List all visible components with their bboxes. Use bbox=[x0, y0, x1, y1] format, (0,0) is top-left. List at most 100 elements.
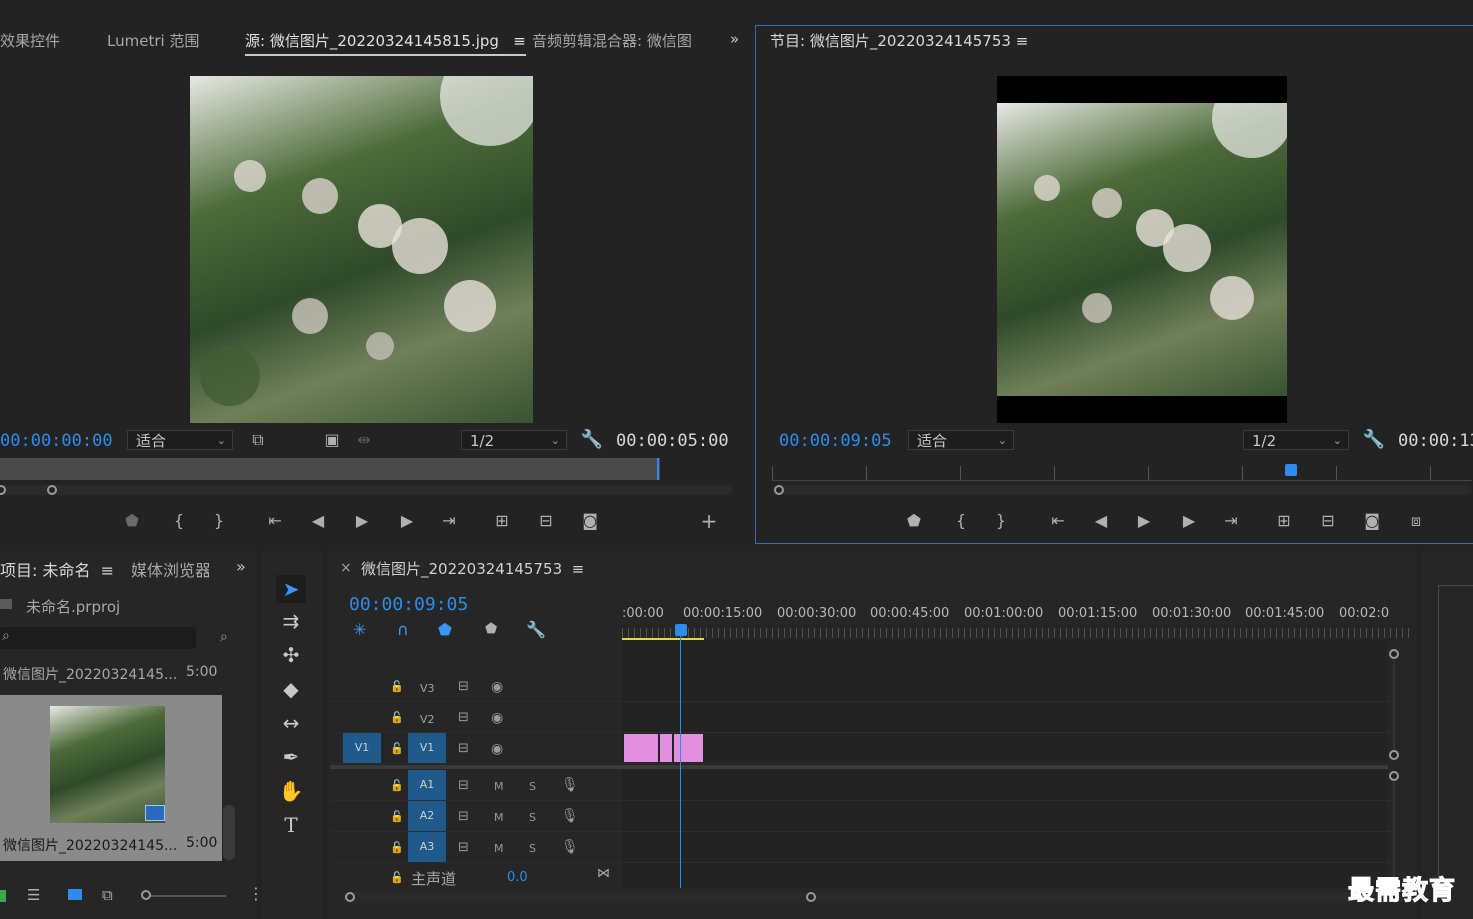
video-vscroll-handle-top[interactable] bbox=[1389, 649, 1399, 659]
lock-icon[interactable]: 🔓 bbox=[390, 779, 404, 792]
timeline-settings-wrench-icon[interactable]: 🔧 bbox=[526, 620, 546, 639]
timeline-hscroll-handle-left[interactable] bbox=[345, 892, 355, 902]
lock-icon[interactable]: 🔓 bbox=[390, 871, 404, 884]
sync-lock-icon[interactable]: ⊟ bbox=[458, 710, 469, 725]
mark-in-icon[interactable]: { bbox=[167, 510, 191, 532]
program-current-timecode[interactable]: 00:00:09:05 bbox=[779, 431, 892, 451]
program-resolution-dropdown[interactable]: 1/2 ⌄ bbox=[1243, 430, 1349, 450]
source-current-timecode[interactable]: 00:00:00:00 bbox=[0, 431, 113, 451]
eye-icon[interactable]: ◉ bbox=[491, 679, 503, 695]
add-button-icon[interactable]: + bbox=[697, 510, 721, 532]
audio-vscroll-track[interactable] bbox=[1393, 782, 1395, 882]
audio-vscroll-handle-top[interactable] bbox=[1389, 771, 1399, 781]
clip-segment[interactable] bbox=[660, 734, 672, 762]
lock-icon[interactable]: 🔓 bbox=[390, 711, 404, 724]
solo-button[interactable]: S bbox=[529, 811, 536, 824]
eye-icon[interactable]: ◉ bbox=[491, 741, 503, 757]
solo-button[interactable]: S bbox=[529, 842, 536, 855]
list-view-icon[interactable]: ☰ bbox=[27, 886, 40, 904]
go-to-in-icon[interactable]: ⇤ bbox=[263, 510, 287, 532]
pen-tool-icon[interactable]: ✒ bbox=[276, 743, 306, 771]
sync-lock-icon[interactable]: ⊟ bbox=[458, 741, 469, 756]
program-zoom-handle-left[interactable] bbox=[774, 485, 784, 495]
source-patch-v1[interactable]: V1 bbox=[343, 733, 381, 763]
tab-audio-clip-mixer[interactable]: 音频剪辑混合器: 微信图 bbox=[532, 30, 692, 51]
add-marker-icon[interactable]: ⬟ bbox=[120, 510, 144, 532]
program-time-ruler[interactable] bbox=[772, 466, 1472, 481]
sync-lock-icon[interactable]: ⊟ bbox=[458, 679, 469, 694]
timeline-tab[interactable]: 微信图片_20220324145753 ≡ bbox=[361, 558, 584, 579]
clip-thumbnail-tile[interactable]: 微信图片_20220324145... 5:00 bbox=[0, 695, 222, 861]
ripple-edit-tool-icon[interactable]: ✣ bbox=[276, 641, 306, 669]
video-vscroll-track[interactable] bbox=[1393, 660, 1395, 752]
program-zoom-scrollbar[interactable] bbox=[772, 485, 1472, 495]
master-volume-value[interactable]: 0.0 bbox=[507, 870, 528, 885]
type-tool-icon[interactable]: T bbox=[276, 811, 306, 839]
go-to-in-icon[interactable]: ⇤ bbox=[1046, 510, 1070, 532]
marker-icon[interactable]: ⬟ bbox=[485, 621, 497, 637]
more-tabs-icon[interactable]: » bbox=[236, 557, 246, 576]
mute-button[interactable]: M bbox=[494, 780, 504, 793]
source-zoom-scrollbar[interactable] bbox=[0, 485, 732, 495]
go-to-out-icon[interactable]: ⇥ bbox=[437, 510, 461, 532]
step-back-icon[interactable]: ◀ bbox=[1089, 510, 1113, 532]
export-frame-icon[interactable]: ◙ bbox=[1360, 510, 1384, 532]
zoom-slider[interactable] bbox=[146, 895, 226, 897]
track-select-tool-icon[interactable]: ⇉ bbox=[276, 607, 306, 635]
mute-button[interactable]: M bbox=[494, 842, 504, 855]
sync-lock-icon[interactable]: ⊟ bbox=[458, 778, 469, 793]
play-icon[interactable]: ▶ bbox=[1132, 510, 1156, 532]
mark-out-icon[interactable]: } bbox=[989, 510, 1013, 532]
menu-icon[interactable]: ≡ bbox=[513, 32, 526, 50]
microphone-icon[interactable]: 🎙 bbox=[561, 777, 579, 793]
solo-button[interactable]: S bbox=[529, 780, 536, 793]
sync-lock-icon[interactable]: ⊟ bbox=[458, 809, 469, 824]
export-frame-icon[interactable]: ◙ bbox=[578, 510, 602, 532]
step-forward-icon[interactable]: ▶ bbox=[395, 510, 419, 532]
snap-icon[interactable]: ✳ bbox=[353, 620, 366, 639]
wrench-icon[interactable]: 🔧 bbox=[580, 429, 604, 451]
tab-lumetri-scopes[interactable]: Lumetri 范围 bbox=[107, 30, 199, 51]
track-target-a3[interactable]: A3 bbox=[408, 832, 446, 862]
add-marker-icon[interactable]: ⬟ bbox=[438, 620, 452, 639]
hand-tool-icon[interactable]: ✋ bbox=[276, 777, 306, 805]
compare-view-icon[interactable]: ⧈ bbox=[1404, 510, 1428, 532]
project-scrollbar[interactable] bbox=[223, 805, 235, 860]
slip-tool-icon[interactable]: ↔ bbox=[276, 709, 306, 737]
video-only-icon[interactable]: ▣ bbox=[320, 429, 344, 451]
lock-icon[interactable]: 🔓 bbox=[390, 742, 404, 755]
list-item[interactable]: 微信图片_20220324145... 5:00 bbox=[0, 662, 238, 684]
step-forward-icon[interactable]: ▶ bbox=[1177, 510, 1201, 532]
source-fit-dropdown[interactable]: 适合 ⌄ bbox=[127, 430, 233, 450]
program-fit-dropdown[interactable]: 适合 ⌄ bbox=[908, 430, 1014, 450]
insert-icon[interactable]: ⊞ bbox=[490, 510, 514, 532]
overwrite-icon[interactable]: ⊟ bbox=[534, 510, 558, 532]
menu-icon[interactable]: ≡ bbox=[1016, 32, 1029, 50]
track-target-a1[interactable]: A1 bbox=[408, 770, 446, 800]
mark-out-icon[interactable]: } bbox=[207, 510, 231, 532]
icon-view-icon[interactable] bbox=[68, 889, 82, 900]
timeline-playhead-head[interactable] bbox=[675, 624, 687, 636]
extract-icon[interactable]: ⊟ bbox=[1316, 510, 1340, 532]
source-resolution-dropdown[interactable]: 1/2 ⌄ bbox=[461, 430, 567, 450]
more-tabs-icon[interactable]: » bbox=[730, 30, 739, 48]
menu-icon[interactable]: ≡ bbox=[101, 561, 114, 580]
clip-segment[interactable] bbox=[624, 734, 658, 762]
timeline-hscrollbar[interactable] bbox=[342, 892, 1407, 902]
lock-icon[interactable]: 🔓 bbox=[390, 841, 404, 854]
project-search-input[interactable] bbox=[0, 627, 196, 649]
add-marker-icon[interactable]: ⬟ bbox=[902, 510, 926, 532]
lock-icon[interactable]: 🔓 bbox=[390, 810, 404, 823]
source-zoom-handle-right[interactable] bbox=[47, 485, 57, 495]
tab-source[interactable]: 源: 微信图片_20220324145815.jpg ≡ bbox=[245, 30, 526, 56]
timeline-hscroll-handle-right[interactable] bbox=[806, 892, 816, 902]
audio-only-icon[interactable]: ⇹ bbox=[352, 429, 376, 451]
mute-button[interactable]: M bbox=[494, 811, 504, 824]
step-back-icon[interactable]: ◀ bbox=[306, 510, 330, 532]
play-icon[interactable]: ▶ bbox=[350, 510, 374, 532]
program-playhead[interactable] bbox=[1285, 464, 1297, 476]
close-icon[interactable]: × bbox=[340, 560, 352, 576]
track-target-a2[interactable]: A2 bbox=[408, 801, 446, 831]
video-vscroll-handle-bottom[interactable] bbox=[1389, 750, 1399, 760]
lock-icon[interactable]: 🔓 bbox=[390, 680, 404, 693]
